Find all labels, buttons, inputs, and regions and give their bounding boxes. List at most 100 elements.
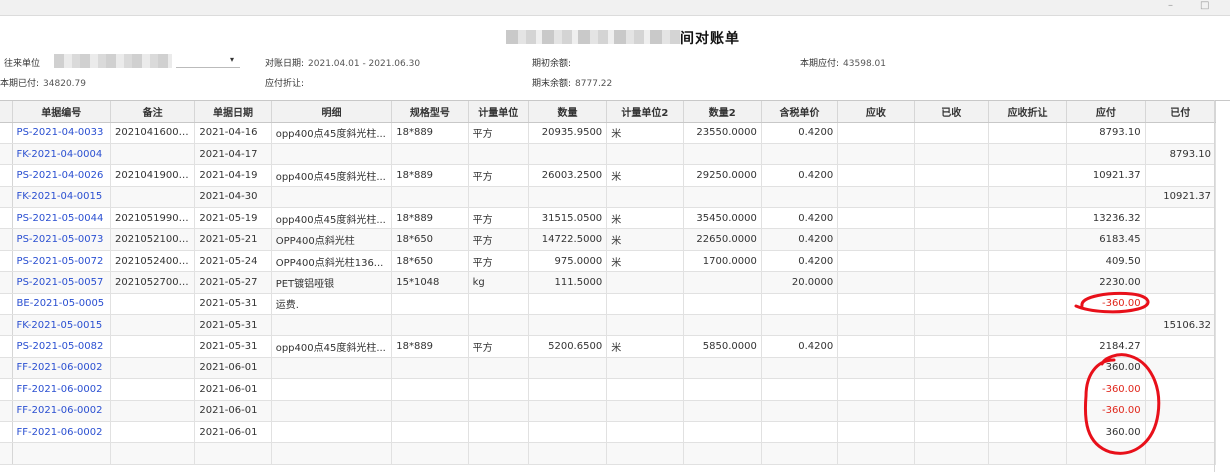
cell-received	[914, 378, 989, 401]
row-indicator[interactable]	[0, 293, 13, 316]
cell-doc-no[interactable]: PS-2021-05-0073	[12, 228, 111, 251]
cell-doc-no[interactable]: PS-2021-04-0026	[12, 164, 111, 187]
cell-doc-no[interactable]: FF-2021-06-0002	[12, 357, 111, 380]
table-row[interactable]	[0, 442, 1217, 465]
cell-doc-no[interactable]: PS-2021-05-0044	[12, 207, 111, 230]
cell-note: 20210419000...	[110, 164, 196, 187]
cell-detail: 运费.	[271, 293, 393, 316]
cell-qty2	[683, 186, 762, 209]
closing-balance-label: 期末余额:	[532, 79, 572, 89]
cell-doc-date: 2021-05-24	[194, 250, 272, 273]
table-row[interactable]: FF-2021-06-0002 2021-06-01 360.00	[0, 421, 1217, 444]
cell-doc-no[interactable]: FK-2021-05-0015	[12, 314, 111, 337]
column-header-unit[interactable]: 计量单位	[468, 101, 529, 123]
restore-button[interactable]: □	[1200, 0, 1209, 11]
table-row[interactable]: FF-2021-06-0002 2021-06-01 360.00	[0, 357, 1217, 380]
row-indicator[interactable]	[0, 442, 13, 465]
cell-receivable-discount	[988, 228, 1068, 251]
column-header-doc-no[interactable]: 单据编号	[12, 101, 111, 123]
row-indicator[interactable]	[0, 357, 13, 380]
row-indicator[interactable]	[0, 421, 13, 444]
table-row[interactable]: FK-2021-04-0015 2021-04-30 10921.37	[0, 186, 1217, 209]
row-indicator[interactable]	[0, 143, 13, 166]
cell-qty2	[683, 271, 762, 294]
cell-doc-no[interactable]: BE-2021-05-0005	[12, 293, 111, 316]
column-header-unit-price[interactable]: 含税单价	[761, 101, 839, 123]
cell-doc-date: 2021-05-21	[194, 228, 272, 251]
row-indicator[interactable]	[0, 228, 13, 251]
row-indicator[interactable]	[0, 271, 13, 294]
row-indicator[interactable]	[0, 378, 13, 401]
row-indicator[interactable]	[0, 186, 13, 209]
table-row[interactable]: PS-2021-05-0073 20210521000... 2021-05-21 O…	[0, 228, 1217, 251]
cell-doc-no[interactable]: PS-2021-05-0057	[12, 271, 111, 294]
cell-doc-date: 2021-06-01	[194, 357, 272, 380]
table-row[interactable]: PS-2021-05-0044 20210519900... 2021-05-19 o…	[0, 207, 1217, 230]
cell-doc-no[interactable]: FF-2021-06-0002	[12, 421, 111, 444]
cell-note	[110, 314, 196, 337]
cell-doc-no[interactable]: PS-2021-05-0082	[12, 335, 111, 358]
table-row[interactable]: FK-2021-05-0015 2021-05-31 15106.32	[0, 314, 1217, 337]
row-indicator[interactable]	[0, 335, 13, 358]
cell-qty	[528, 186, 608, 209]
table-row[interactable]: PS-2021-04-0026 20210419000... 2021-04-19 o…	[0, 164, 1217, 187]
paid-label: 本期已付:	[0, 79, 40, 89]
cell-payable	[1066, 442, 1146, 465]
table-row[interactable]: PS-2021-05-0057 20210527000... 2021-05-27 P…	[0, 271, 1217, 294]
cell-unit	[468, 400, 529, 422]
column-header-spec[interactable]: 规格型号	[391, 101, 469, 123]
column-header-receivable-discount[interactable]: 应收折让	[988, 101, 1068, 123]
cell-qty2	[683, 314, 762, 337]
cell-receivable-discount	[988, 143, 1068, 166]
cell-doc-date: 2021-04-30	[194, 186, 272, 209]
cell-doc-date: 2021-06-01	[194, 421, 272, 444]
cell-payable: 13236.32	[1066, 207, 1146, 230]
column-header-paid[interactable]: 已付	[1145, 101, 1217, 123]
cell-doc-date: 2021-05-27	[194, 271, 272, 294]
cell-doc-no[interactable]: PS-2021-04-0033	[12, 122, 111, 144]
table-row[interactable]: PS-2021-05-0082 2021-05-31 opp400点45度斜光柱..…	[0, 335, 1217, 358]
chevron-down-icon[interactable]: ▾	[230, 55, 234, 64]
table-row[interactable]: FK-2021-04-0004 2021-04-17 8793.10	[0, 143, 1217, 166]
cell-doc-no[interactable]: FF-2021-06-0002	[12, 400, 111, 422]
row-indicator[interactable]	[0, 314, 13, 337]
column-header-qty[interactable]: 数量	[528, 101, 608, 123]
cell-unit2: 米	[606, 250, 684, 273]
row-indicator[interactable]	[0, 122, 13, 144]
cell-receivable	[837, 314, 915, 337]
cell-detail: opp400点45度斜光柱...	[271, 335, 393, 358]
cell-paid: 10921.37	[1145, 186, 1217, 209]
cell-doc-no[interactable]	[12, 442, 111, 465]
column-header-receivable[interactable]: 应收	[837, 101, 915, 123]
row-indicator[interactable]	[0, 164, 13, 187]
cell-qty: 5200.6500	[528, 335, 608, 358]
column-header-unit2[interactable]: 计量单位2	[606, 101, 684, 123]
row-indicator[interactable]	[0, 250, 13, 273]
column-header-note[interactable]: 备注	[110, 101, 196, 123]
cell-doc-no[interactable]: FK-2021-04-0004	[12, 143, 111, 166]
cell-unit2: 米	[606, 228, 684, 251]
table-row[interactable]: PS-2021-04-0033 20210416000... 2021-04-16 o…	[0, 122, 1217, 144]
cell-doc-no[interactable]: PS-2021-05-0072	[12, 250, 111, 273]
cell-unit2	[606, 314, 684, 337]
cell-doc-no[interactable]: FK-2021-04-0015	[12, 186, 111, 209]
cell-unit2	[606, 400, 684, 422]
table-row[interactable]: FF-2021-06-0002 2021-06-01 -360.00	[0, 400, 1217, 422]
column-header-doc-date[interactable]: 单据日期	[194, 101, 272, 123]
column-header-detail[interactable]: 明细	[271, 101, 393, 123]
cell-doc-no[interactable]: FF-2021-06-0002	[12, 378, 111, 401]
column-header-payable[interactable]: 应付	[1066, 101, 1146, 123]
cell-qty2	[683, 293, 762, 316]
column-header-received[interactable]: 已收	[914, 101, 989, 123]
row-indicator[interactable]	[0, 207, 13, 230]
column-header-qty2[interactable]: 数量2	[683, 101, 762, 123]
cell-note: 20210527000...	[110, 271, 196, 294]
minimize-button[interactable]: –	[1168, 0, 1173, 11]
table-row[interactable]: PS-2021-05-0072 20210524000... 2021-05-24 O…	[0, 250, 1217, 273]
table-row[interactable]: FF-2021-06-0002 2021-06-01 -360.00	[0, 378, 1217, 401]
cell-paid	[1145, 250, 1217, 273]
cell-paid	[1145, 228, 1217, 251]
row-indicator[interactable]	[0, 400, 13, 422]
table-row[interactable]: BE-2021-05-0005 2021-05-31 运费. -360.00	[0, 293, 1217, 316]
cell-receivable	[837, 186, 915, 209]
